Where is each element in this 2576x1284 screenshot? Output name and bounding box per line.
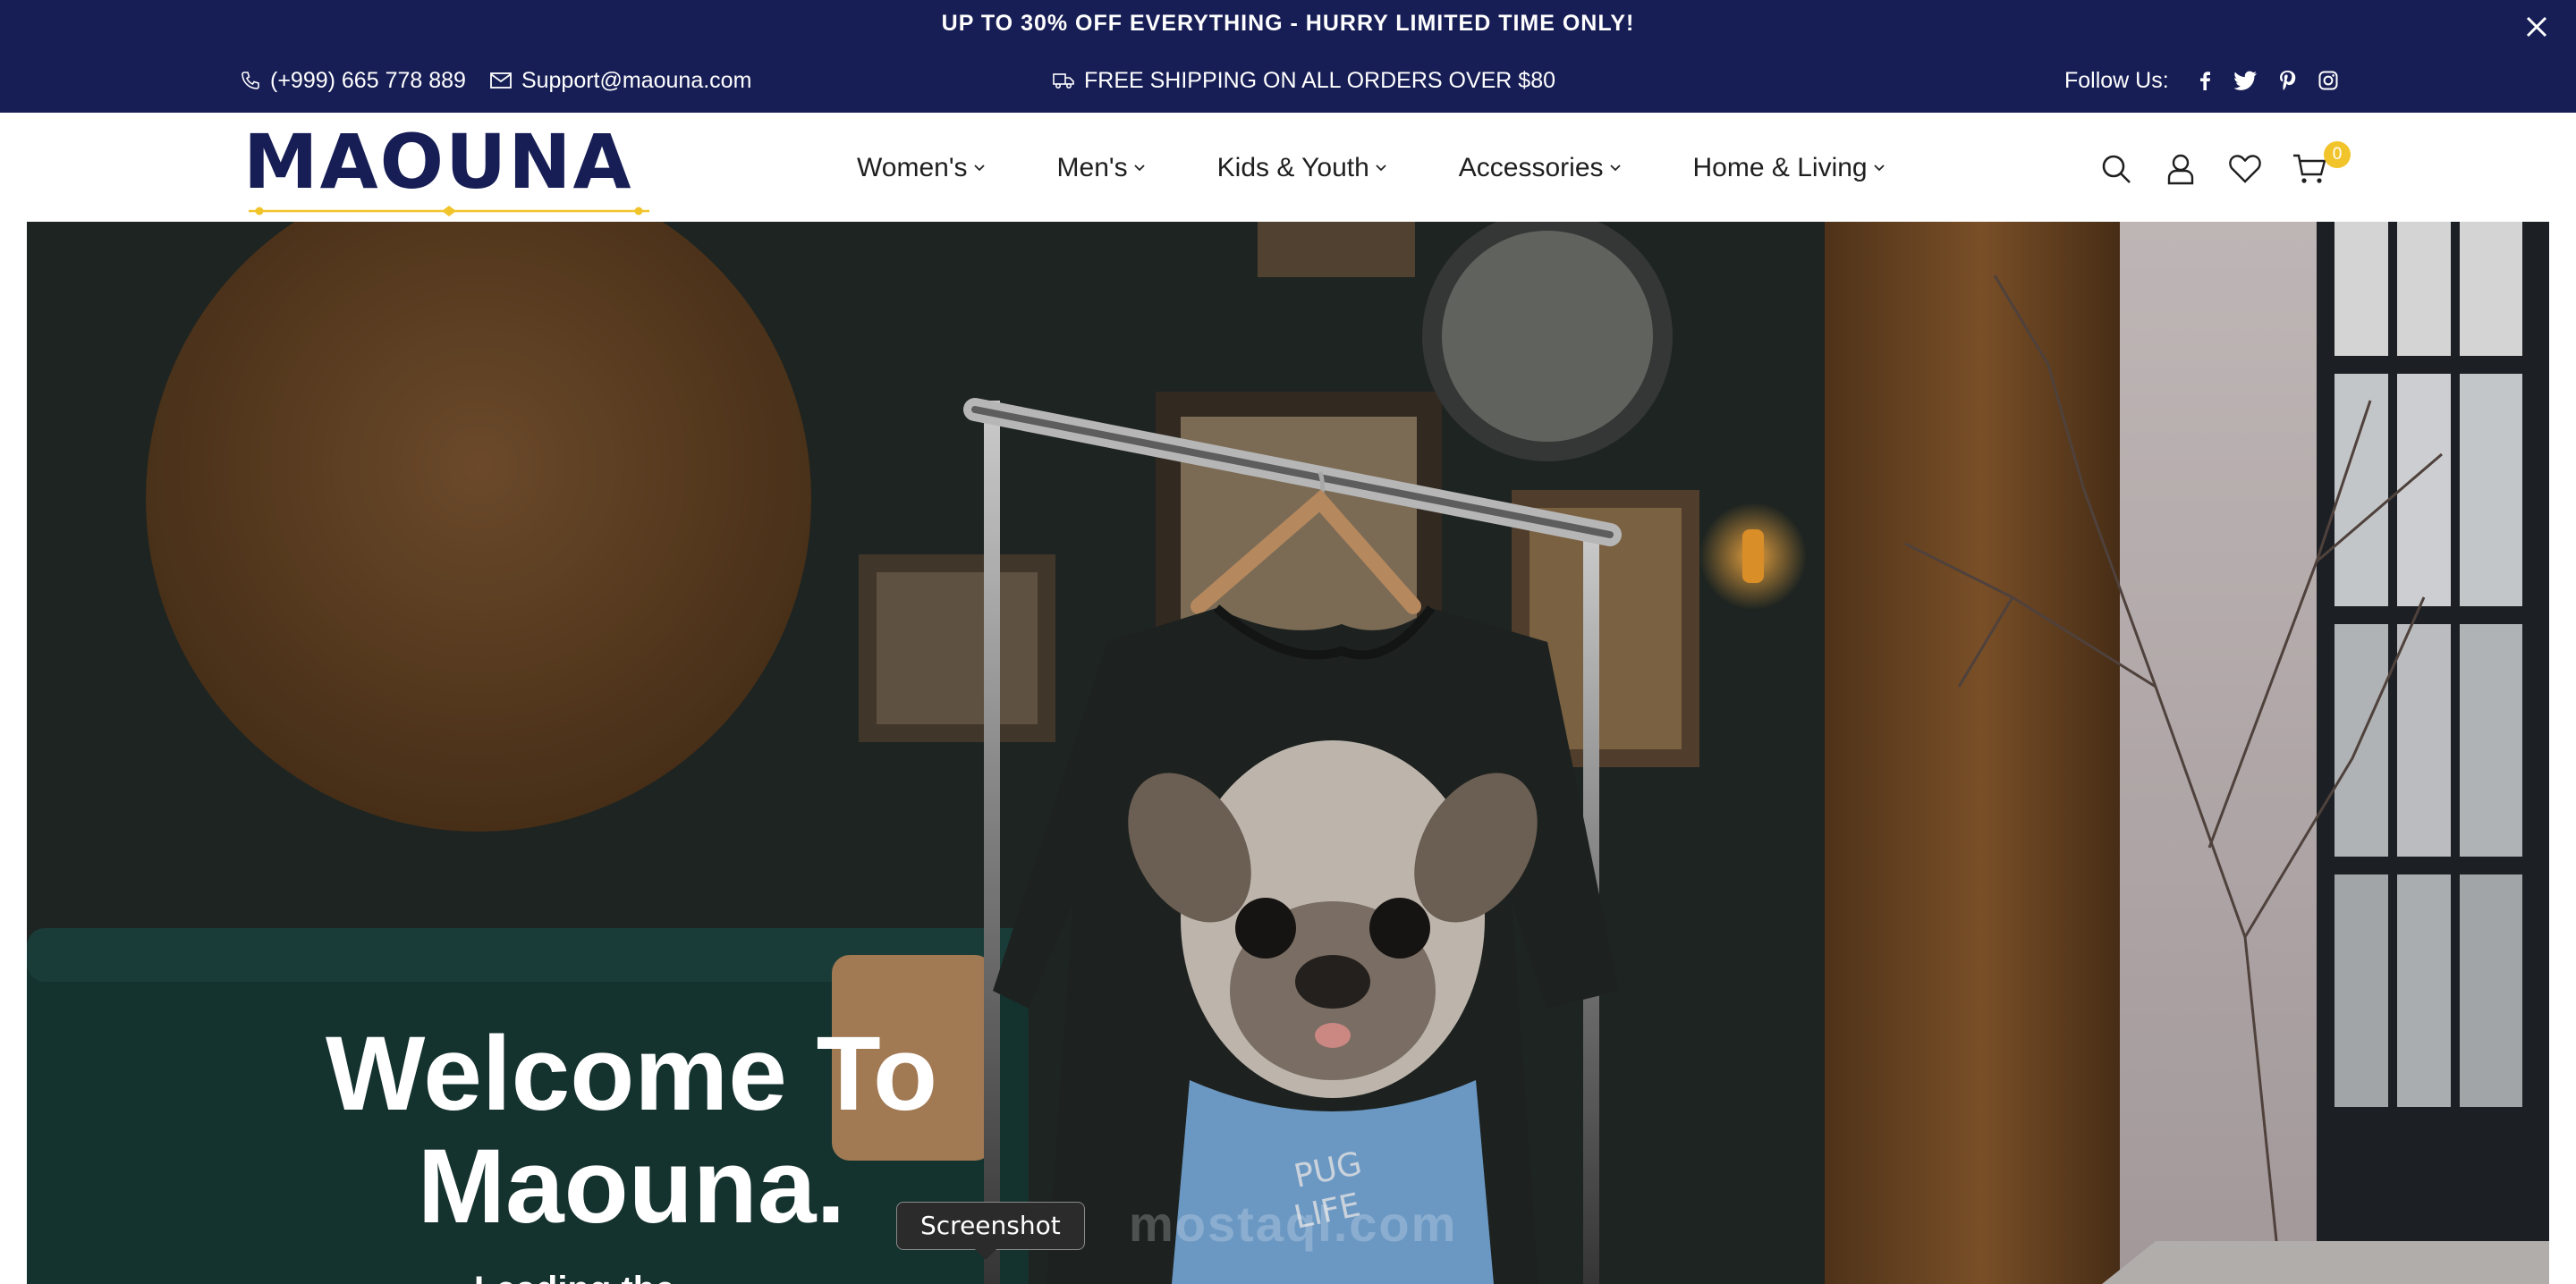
account-icon[interactable] — [2148, 147, 2213, 191]
hero-subtitle: Leading the Way in Home — [474, 1271, 742, 1284]
search-icon[interactable] — [2084, 147, 2148, 191]
instagram-icon[interactable] — [2310, 63, 2346, 98]
nav-item-kids-youth[interactable]: Kids & Youth — [1217, 153, 1389, 183]
nav-label: Men's — [1056, 153, 1128, 182]
nav-label: Kids & Youth — [1216, 153, 1369, 182]
hero-subtitle-clip: Leading the Way in Home — [474, 1271, 742, 1284]
follow-label: Follow Us: — [2064, 67, 2169, 93]
nav-item-accessories[interactable]: Accessories — [1459, 153, 1623, 183]
hero-title-line-1: Welcome To — [325, 1015, 938, 1133]
main-navigation: Women's Men's Kids & Youth Accessories H… — [857, 147, 1957, 190]
shipping-text: FREE SHIPPING ON ALL ORDERS OVER $80 — [1084, 67, 1556, 93]
email-address: Support@maouna.com — [521, 67, 752, 93]
nav-label: Accessories — [1458, 153, 1604, 182]
mail-icon — [490, 72, 512, 89]
logo-wordmark: MAOUNA — [243, 118, 633, 206]
truck-icon — [1053, 73, 1074, 89]
phone-number: (+999) 665 778 889 — [270, 67, 466, 93]
phone-link[interactable]: (+999) 665 778 889 — [240, 68, 466, 94]
chevron-down-icon — [1376, 165, 1386, 172]
chevron-down-icon — [1609, 165, 1621, 172]
chevron-down-icon — [1134, 165, 1145, 172]
promo-text: UP TO 30% OFF EVERYTHING - HURRY LIMITED… — [941, 11, 1635, 36]
nav-label: Women's — [857, 153, 968, 182]
watermark-text: mostaql.com — [1129, 1195, 1458, 1252]
brand-logo[interactable]: MAOUNA — [243, 123, 655, 216]
email-link[interactable]: Support@maouna.com — [489, 68, 751, 94]
nav-item-womens[interactable]: Women's — [857, 153, 987, 183]
hero-banner: PUG LIFE Welcome To Maouna. Leading the … — [27, 222, 2549, 1284]
tooltip-arrow — [975, 1249, 996, 1260]
chevron-down-icon — [1873, 165, 1885, 172]
wishlist-icon[interactable] — [2213, 147, 2277, 191]
screenshot-tooltip: Screenshot — [896, 1202, 1085, 1250]
header-tools: 0 — [2084, 141, 2351, 191]
nav-item-home-living[interactable]: Home & Living — [1693, 153, 1887, 183]
cart-icon[interactable]: 0 — [2277, 141, 2351, 191]
close-icon[interactable] — [2521, 11, 2553, 43]
twitter-icon[interactable] — [2228, 63, 2264, 98]
social-links: Follow Us: — [2064, 63, 2346, 98]
phone-icon — [242, 72, 259, 89]
shipping-notice: FREE SHIPPING ON ALL ORDERS OVER $80 — [1052, 64, 1555, 97]
nav-item-mens[interactable]: Men's — [1057, 153, 1148, 183]
contact-info: (+999) 665 778 889 Support@maouna.com — [240, 64, 775, 97]
pinterest-icon[interactable] — [2269, 63, 2305, 98]
cart-count-badge: 0 — [2324, 141, 2351, 168]
chevron-down-icon — [973, 165, 985, 172]
facebook-icon[interactable] — [2187, 63, 2223, 98]
announcement-bar: UP TO 30% OFF EVERYTHING - HURRY LIMITED… — [0, 0, 2576, 113]
nav-label: Home & Living — [1692, 153, 1868, 182]
logo-ornament-line — [249, 206, 649, 216]
site-header: MAOUNA Women's Men's Kids & Youth Access… — [0, 113, 2576, 222]
